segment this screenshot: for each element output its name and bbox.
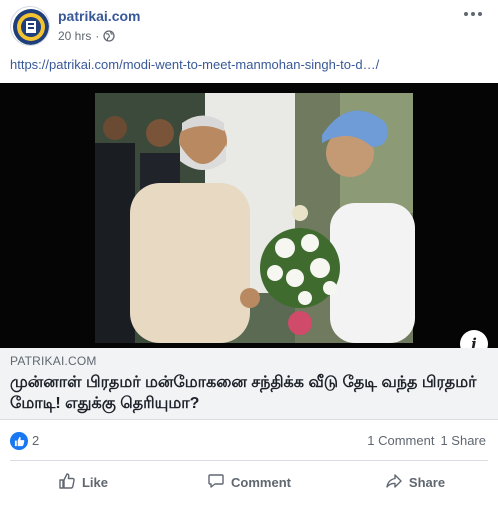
link-preview-image[interactable] — [0, 83, 498, 348]
link-preview-caption[interactable]: PATRIKAI.COM முன்னாள் பிரதமர் மன்மோகனை ச… — [0, 348, 498, 420]
post-header: patrikai.com 20 hrs · — [0, 0, 498, 52]
like-label: Like — [81, 474, 108, 490]
thumbs-up-icon — [58, 472, 76, 493]
actions-divider — [10, 460, 488, 461]
post-meta: 20 hrs · — [58, 29, 116, 43]
engagement-stats: 2 1 Comment 1 Share — [0, 428, 498, 456]
more-options-icon[interactable] — [464, 8, 484, 20]
like-reaction-icon[interactable] — [10, 432, 28, 450]
share-label: Share — [408, 474, 446, 490]
preview-domain: PATRIKAI.COM — [10, 354, 97, 368]
shared-link[interactable]: https://patrikai.com/modi-went-to-meet-m… — [10, 57, 379, 72]
comment-button[interactable]: Comment — [166, 464, 332, 500]
like-count[interactable]: 2 — [32, 433, 39, 448]
comment-icon — [207, 472, 225, 493]
globe-icon — [103, 30, 116, 42]
share-count[interactable]: 1 Share — [440, 433, 486, 448]
comment-count[interactable]: 1 Comment — [367, 433, 434, 448]
share-icon — [385, 472, 403, 493]
meta-separator: · — [95, 29, 100, 43]
like-button[interactable]: Like — [0, 464, 166, 500]
page-name-link[interactable]: patrikai.com — [58, 8, 140, 24]
share-button[interactable]: Share — [332, 464, 498, 500]
comment-label: Comment — [231, 474, 291, 490]
post-timestamp[interactable]: 20 hrs — [58, 29, 91, 43]
page-avatar[interactable] — [10, 6, 50, 46]
preview-title[interactable]: முன்னாள் பிரதமர் மன்மோகனை சந்திக்க வீடு … — [10, 372, 490, 414]
post-actions: Like Comment Share — [0, 464, 498, 500]
